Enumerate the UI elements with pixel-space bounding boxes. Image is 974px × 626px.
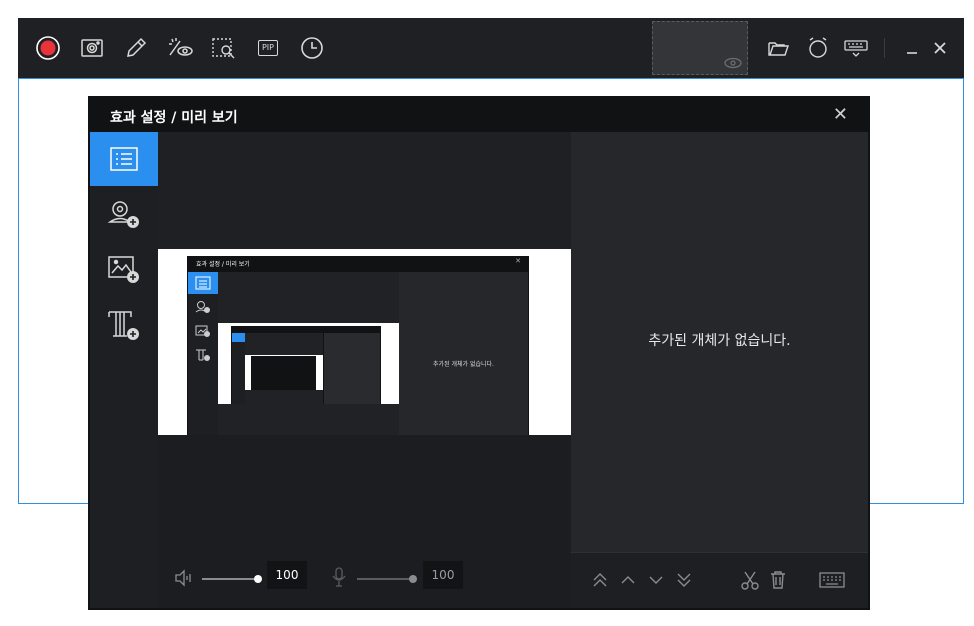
- preview-image[interactable]: 효과 설정 / 미리 보기 ✕ 추가된 개체가 없습니다.: [158, 249, 571, 435]
- mic-slider-track: [357, 578, 413, 580]
- object-toolbar: [571, 552, 868, 608]
- nested-dialog: 효과 설정 / 미리 보기 ✕ 추가된 개체가 없습니다.: [187, 256, 529, 435]
- image-add-icon: [108, 256, 139, 283]
- tab-add-webcam[interactable]: [90, 187, 158, 241]
- speaker-volume-value[interactable]: 100: [267, 561, 307, 589]
- tab-object-list[interactable]: [90, 132, 158, 186]
- nested-webcam-icon: [195, 301, 210, 313]
- pencil-icon[interactable]: [122, 34, 150, 62]
- nested-preview-area: [218, 272, 399, 435]
- nested-preview-level2: [245, 333, 323, 404]
- speaker-slider-track: [202, 578, 258, 580]
- text-add-icon: [108, 311, 139, 340]
- speaker-icon[interactable]: [173, 568, 195, 588]
- screenshot-icon[interactable]: [78, 34, 106, 62]
- nested-sidebar-level2: [232, 333, 245, 404]
- nested-empty-message: 추가된 개체가 없습니다.: [433, 361, 494, 368]
- mic-volume-value[interactable]: 100: [423, 561, 463, 589]
- preview-area: 효과 설정 / 미리 보기 ✕ 추가된 개체가 없습니다. 100 100: [158, 132, 571, 608]
- effects-dialog: 효과 설정 / 미리 보기 ✕ 효과 설정 / 미리 보기 ✕ 추가된 개체가 …: [88, 96, 870, 610]
- cut-icon[interactable]: [737, 567, 763, 593]
- effects-icon[interactable]: [166, 34, 194, 62]
- preview-thumbnail[interactable]: [652, 21, 748, 75]
- nested-list-icon: [188, 272, 218, 294]
- tab-add-text[interactable]: [90, 298, 158, 352]
- object-list-panel: 추가된 개체가 없습니다.: [571, 132, 868, 552]
- tab-add-image[interactable]: [90, 242, 158, 296]
- main-toolbar: PIP: [18, 18, 964, 78]
- empty-object-message: 추가된 개체가 없습니다.: [648, 333, 791, 349]
- nested-right-panel: 추가된 개체가 없습니다.: [399, 272, 528, 435]
- toolbar-divider: [884, 38, 885, 58]
- move-down-icon[interactable]: [643, 567, 669, 593]
- zoom-capture-icon[interactable]: [210, 34, 238, 62]
- trash-icon[interactable]: [765, 567, 791, 593]
- mic-volume-slider[interactable]: [357, 575, 417, 588]
- speaker-volume-slider[interactable]: [202, 575, 262, 588]
- nested-dialog-level3: [251, 356, 316, 390]
- nested-right-panel-level2: [324, 333, 380, 404]
- nested-dialog-title: 효과 설정 / 미리 보기: [196, 261, 250, 268]
- pip-icon[interactable]: PIP: [254, 34, 282, 62]
- mic-slider-knob[interactable]: [409, 575, 417, 583]
- alarm-icon[interactable]: [804, 34, 832, 62]
- nested-text-icon: [196, 349, 210, 361]
- keyboard-shortcut-icon[interactable]: [819, 567, 845, 593]
- move-up-icon[interactable]: [615, 567, 641, 593]
- close-icon[interactable]: [926, 34, 954, 62]
- nested-preview-image-level2: [245, 355, 323, 390]
- folder-icon[interactable]: [764, 34, 792, 62]
- microphone-icon[interactable]: [330, 566, 348, 588]
- dialog-title: 효과 설정 / 미리 보기: [110, 110, 238, 126]
- record-icon[interactable]: [34, 34, 62, 62]
- preview-top-margin: [158, 132, 571, 249]
- list-icon: [110, 147, 138, 171]
- nested-preview-image: [218, 323, 399, 404]
- nested-image-icon: [195, 325, 210, 337]
- keyboard-icon[interactable]: [842, 34, 870, 62]
- nested-dialog-level2: [231, 326, 381, 404]
- speaker-slider-knob[interactable]: [254, 575, 262, 583]
- nested-tab-level2: [232, 333, 245, 342]
- webcam-add-icon: [107, 201, 139, 228]
- nested-close-icon: ✕: [515, 257, 521, 265]
- pip-label: PIP: [257, 40, 278, 56]
- timer-icon[interactable]: [298, 34, 326, 62]
- minimize-icon[interactable]: [898, 34, 926, 62]
- effects-sidebar: [90, 132, 158, 608]
- eye-icon[interactable]: [723, 56, 743, 70]
- nested-sidebar: [188, 272, 218, 435]
- dialog-close-button[interactable]: ✕: [833, 104, 848, 125]
- move-to-top-icon[interactable]: [587, 567, 613, 593]
- move-to-bottom-icon[interactable]: [671, 567, 697, 593]
